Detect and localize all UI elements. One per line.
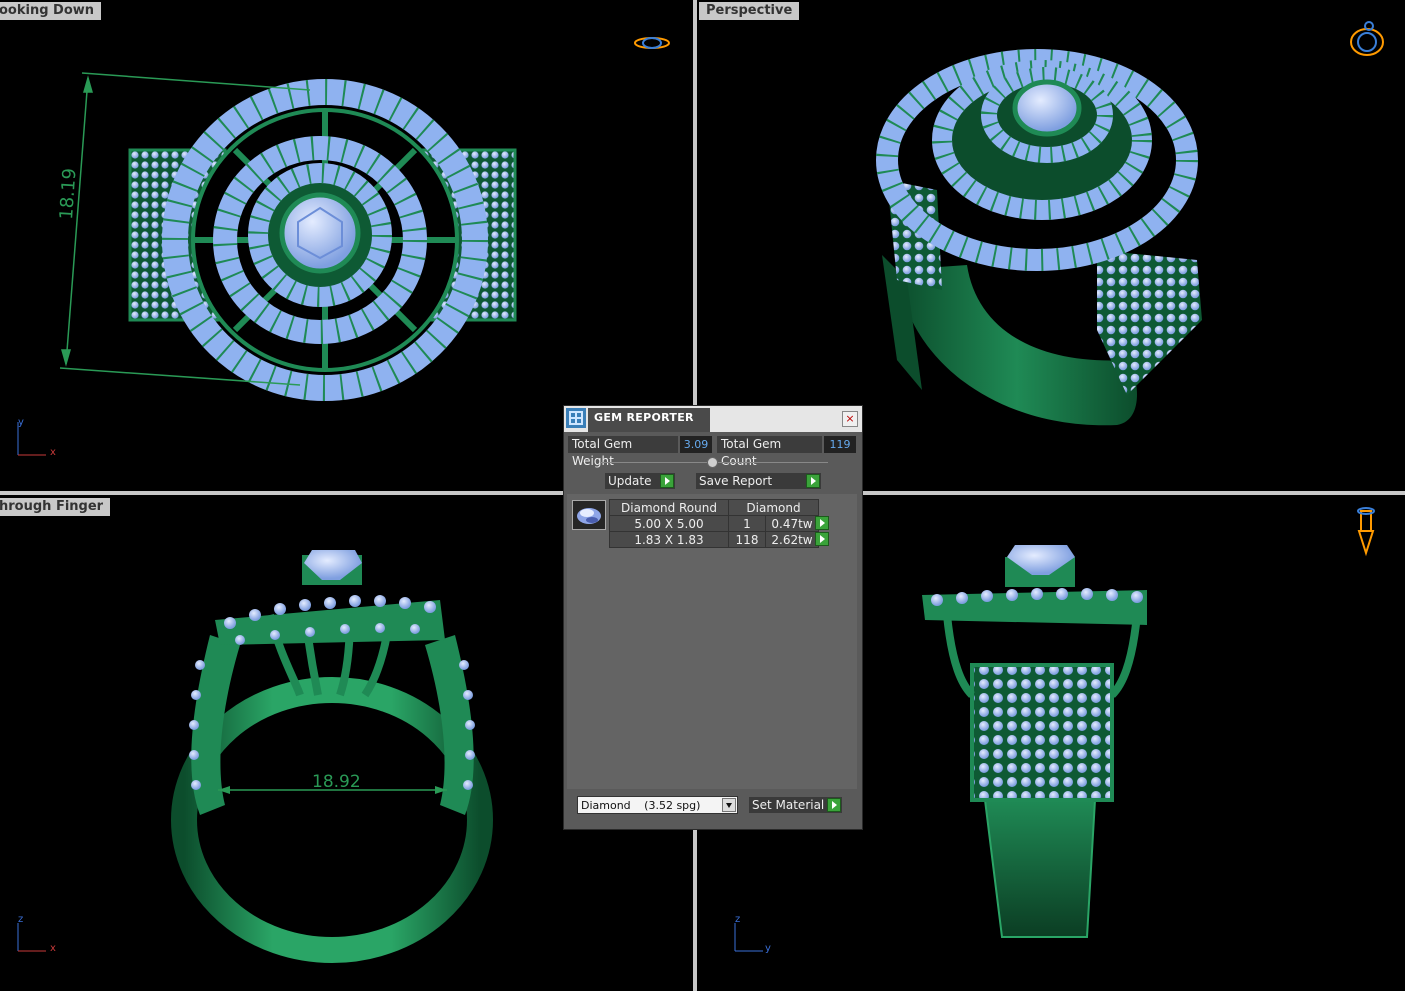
row-1-go-icon[interactable] [815, 516, 829, 530]
gem-reporter-panel[interactable]: GEM REPORTER × Total Gem Weight 3.09 Tot… [563, 405, 863, 830]
axis-x-label-bottom: x [50, 943, 56, 954]
axis-x-label: x [50, 447, 56, 458]
collapse-toggle-icon[interactable] [707, 457, 718, 468]
row-2-go-icon[interactable] [815, 532, 829, 546]
material-name: Diamond [581, 799, 631, 812]
total-gem-weight-value: 3.09 [680, 436, 712, 453]
gem-count: 118 [728, 531, 766, 548]
total-gem-count-value: 119 [824, 436, 856, 453]
set-material-button-label: Set Material [752, 798, 825, 812]
gem-table: Diamond Round Diamond 5.00 X 5.00 1 0.47… [609, 499, 819, 548]
axis-y-label: y [18, 417, 24, 428]
gem-table-header-shape: Diamond Round [609, 499, 729, 516]
viewport-label-looking-down: ooking Down [0, 2, 102, 20]
save-report-button[interactable]: Save Report [696, 473, 821, 489]
gem-weight: 0.47tw [765, 515, 819, 532]
gem-reporter-icon [566, 408, 586, 428]
gem-weight: 2.62tw [765, 531, 819, 548]
close-icon[interactable]: × [842, 411, 858, 427]
update-button-label: Update [608, 474, 652, 488]
save-report-button-label: Save Report [699, 474, 773, 488]
set-material-button[interactable]: Set Material [749, 797, 842, 813]
update-button[interactable]: Update [605, 473, 675, 489]
gem-size: 1.83 X 1.83 [609, 531, 729, 548]
diamond-round-icon [572, 500, 606, 530]
table-row[interactable]: 5.00 X 5.00 1 0.47tw [609, 515, 819, 532]
dimension-18-92: 18.92 [312, 772, 361, 792]
dimension-18-19: 18.19 [56, 167, 81, 220]
gem-reporter-tab: GEM REPORTER [588, 408, 710, 432]
chevron-down-icon[interactable] [722, 798, 736, 812]
gem-count: 1 [728, 515, 766, 532]
total-gem-weight-label: Total Gem Weight [568, 436, 678, 468]
axis-y-label-side: y [765, 943, 771, 954]
material-spg: (3.52 spg) [644, 799, 701, 812]
axis-z-label-side: z [735, 914, 741, 925]
axis-z-label: z [18, 914, 24, 925]
gem-reporter-title: GEM REPORTER [594, 411, 694, 424]
gem-size: 5.00 X 5.00 [609, 515, 729, 532]
set-material-go-icon [827, 798, 841, 812]
update-go-icon [660, 474, 674, 488]
viewport-label-through-finger: hrough Finger [0, 498, 111, 516]
total-gem-count-label: Total Gem Count [717, 436, 822, 468]
gem-table-header-material: Diamond [728, 499, 819, 516]
viewport-label-perspective: Perspective [699, 2, 800, 20]
material-select[interactable]: Diamond (3.52 spg) [577, 796, 738, 814]
table-row[interactable]: 1.83 X 1.83 118 2.62tw [609, 531, 819, 548]
save-report-go-icon [806, 474, 820, 488]
gem-reporter-titlebar[interactable]: GEM REPORTER × [564, 406, 862, 432]
